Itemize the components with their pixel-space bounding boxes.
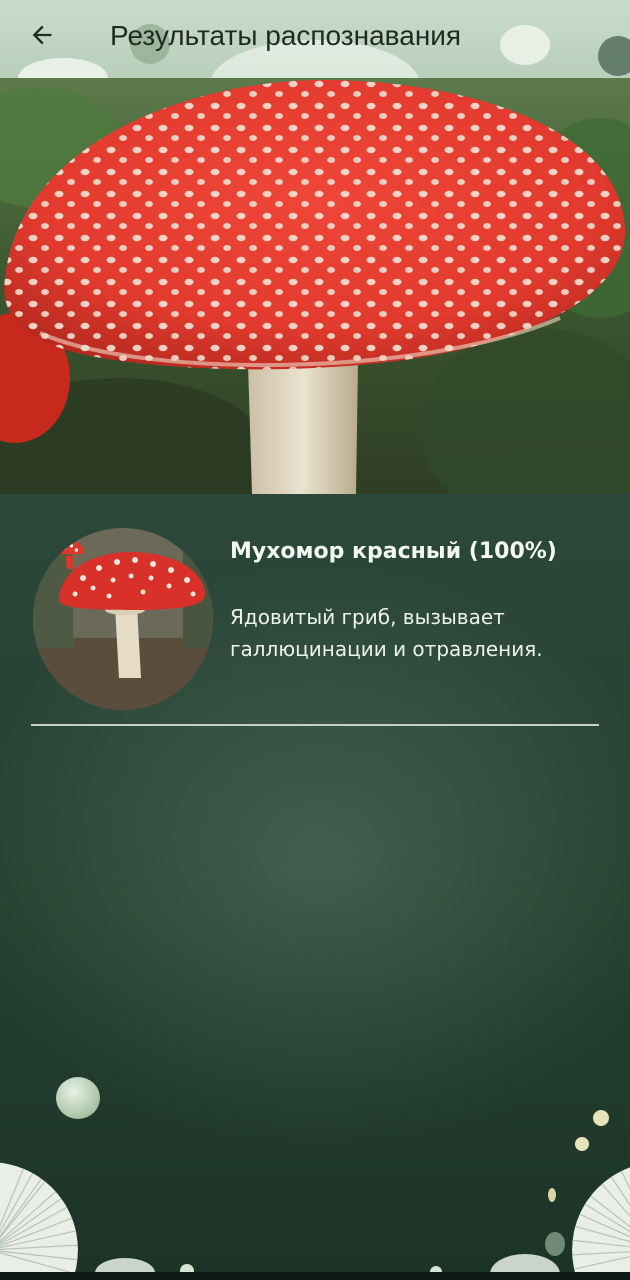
mushroom-gills-decoration [572,1162,630,1280]
page-title: Результаты распознавания [110,20,462,51]
decorative-bubble [56,1077,100,1119]
decorative-bubble [593,1110,609,1126]
arrow-back-icon [32,25,52,45]
result-description: Ядовитый гриб, вызывает галлюцинации и о… [230,605,543,661]
decorative-bubble [18,58,108,78]
app-bar: Результаты распознавания [0,0,630,78]
mushroom-illustration [0,79,626,494]
decorative-bubble [545,1232,565,1256]
mushroom-icon [55,540,85,570]
mushroom-gills-decoration [0,1162,78,1280]
decorative-bubble [548,1188,556,1202]
back-button[interactable] [18,14,66,56]
result-item[interactable]: Мухомор красный (100%) Ядовитый гриб, вы… [30,525,600,725]
divider [31,724,599,726]
decorative-bubble [500,25,550,65]
recognition-results-screen: Результаты распознавания Мухомор красный… [0,0,630,1280]
decorative-bubble [598,36,630,76]
result-name: Мухомор красный (100%) [230,539,557,564]
bottom-edge [0,1272,630,1280]
fly-agaric-photo [0,78,630,494]
fly-agaric-thumbnail [33,528,213,710]
